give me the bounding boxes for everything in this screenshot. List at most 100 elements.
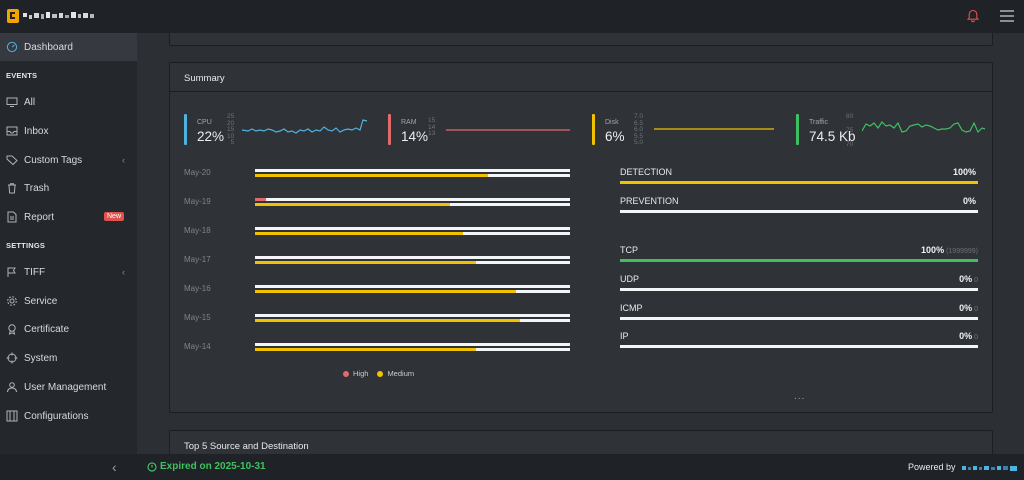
timeline-track-high <box>255 198 570 201</box>
sidebar-item-label: User Management <box>24 381 107 393</box>
sidebar-item-label: Trash <box>24 182 50 194</box>
sidebar-item-service[interactable]: Service <box>0 287 137 315</box>
flag-icon <box>6 266 18 278</box>
disk-axis-ticks: 7.0 6.5 6.0 5.5 5.0 <box>634 113 644 147</box>
ram-metric: RAM 14% 15 14 13 <box>388 114 578 146</box>
metric-label: Disk <box>605 119 619 126</box>
more-button[interactable]: ... <box>794 391 805 402</box>
sidebar-item-label: Configurations <box>24 410 89 422</box>
top5-title: Top 5 Source and Destination <box>184 441 309 452</box>
metric-label: Traffic <box>809 119 829 126</box>
bell-icon[interactable] <box>966 9 980 23</box>
disk-sparkline <box>654 128 774 130</box>
timeline-track-medium <box>255 319 570 322</box>
license-status: Expired on 2025-10-31 <box>147 461 266 472</box>
timeline-row: May-18 <box>184 226 574 238</box>
traffic-metric: Traffic 74.5 Kb 80 75 70 <box>796 113 986 148</box>
sidebar-item-label: Dashboard <box>24 41 73 53</box>
sidebar-item-dashboard[interactable]: Dashboard <box>0 33 137 61</box>
top-bar <box>0 0 1024 33</box>
timeline-date: May-15 <box>184 313 211 322</box>
metric-value: 6% <box>605 129 625 144</box>
sidebar-item-inbox[interactable]: Inbox <box>0 117 137 145</box>
medium-fill <box>255 348 476 351</box>
timeline-track-high <box>255 285 570 288</box>
cpu-sparkline <box>242 119 368 134</box>
tag-icon <box>6 154 18 166</box>
metric-label: RAM <box>401 119 417 126</box>
timeline-track-high <box>255 169 570 172</box>
hamburger-icon[interactable] <box>1000 10 1014 22</box>
sidebar-item-label: TIFF <box>24 266 46 278</box>
medium-fill <box>255 319 520 322</box>
sidebar-item-all[interactable]: All <box>0 88 137 116</box>
timeline-date: May-20 <box>184 168 211 177</box>
chevron-left-icon: ‹ <box>122 267 125 277</box>
chevron-left-icon: ‹ <box>122 155 125 165</box>
timeline-row: May-14 <box>184 342 574 354</box>
high-dot-icon <box>343 370 349 377</box>
ram-sparkline <box>446 129 570 131</box>
vendor-logo <box>962 466 1017 471</box>
sidebar-item-tiff[interactable]: TIFF ‹ <box>0 258 137 286</box>
metric-value: 22% <box>197 129 225 144</box>
timeline-date: May-14 <box>184 342 211 351</box>
sidebar: Dashboard EVENTS All Inbox Custom Tags ‹… <box>0 33 137 454</box>
high-fill <box>255 198 267 201</box>
timeline-legend: High Medium <box>343 369 423 378</box>
sidebar-item-label: Report <box>24 211 55 223</box>
sidebar-item-system[interactable]: System <box>0 344 137 372</box>
disk-color-bar <box>592 114 595 145</box>
section-heading-events: EVENTS <box>6 71 38 80</box>
timeline-row: May-16 <box>184 284 574 296</box>
timeline-track-medium <box>255 348 570 351</box>
dashboard-icon <box>6 41 18 53</box>
certificate-icon <box>6 323 18 335</box>
summary-title: Summary <box>170 63 992 92</box>
ram-color-bar <box>388 114 391 145</box>
legend-item-high[interactable]: High <box>343 369 368 378</box>
crosshair-icon <box>6 352 18 364</box>
collapse-sidebar-icon[interactable]: ‹ <box>112 459 117 475</box>
timeline-track-medium <box>255 290 570 293</box>
metric-value: 14% <box>401 129 429 144</box>
sidebar-item-label: Custom Tags <box>24 154 83 166</box>
report-icon <box>6 211 18 223</box>
timeline-row: May-20 <box>184 168 574 180</box>
timeline-row: May-19 <box>184 197 574 209</box>
sidebar-item-label: Service <box>24 295 58 307</box>
license-icon <box>147 461 157 472</box>
timeline-track-high <box>255 314 570 317</box>
timeline-date: May-19 <box>184 197 211 206</box>
sidebar-item-configurations[interactable]: Configurations <box>0 402 137 430</box>
powered-by-text: Powered by <box>908 462 956 472</box>
sidebar-item-label: Inbox <box>24 125 49 137</box>
gear-icon <box>6 295 18 307</box>
sidebar-item-certificate[interactable]: Certificate <box>0 315 137 343</box>
timeline-date: May-16 <box>184 284 211 293</box>
ram-axis-ticks: 15 14 13 <box>428 117 436 138</box>
medium-fill <box>255 290 517 293</box>
timeline-track-medium <box>255 232 570 235</box>
medium-fill <box>255 232 463 235</box>
bottom-bar: ‹ Expired on 2025-10-31 Powered by <box>0 454 1024 480</box>
sidebar-item-user-management[interactable]: User Management <box>0 373 137 401</box>
timeline-row: May-15 <box>184 313 574 325</box>
sidebar-item-trash[interactable]: Trash <box>0 174 137 202</box>
timeline-track-medium <box>255 174 570 177</box>
medium-fill <box>255 261 476 264</box>
legend-item-medium[interactable]: Medium <box>377 369 414 378</box>
summary-card: Summary CPU 22% 25 20 15 10 5 RAM 14% 15 14 13 <box>169 62 993 413</box>
sidebar-item-custom-tags[interactable]: Custom Tags ‹ <box>0 146 137 174</box>
section-heading-settings: SETTINGS <box>6 241 46 250</box>
timeline-track-medium <box>255 261 570 264</box>
top5-card: Top 5 Source and Destination <box>169 430 993 454</box>
sidebar-item-label: System <box>24 352 58 364</box>
sidebar-item-report[interactable]: Report New <box>0 203 137 231</box>
metric-label: CPU <box>197 119 212 126</box>
brand-logo[interactable] <box>5 8 97 24</box>
traffic-sparkline <box>862 121 986 134</box>
timeline-track-high <box>255 343 570 346</box>
sidebar-item-label: Certificate <box>24 323 70 335</box>
users-icon <box>6 381 18 393</box>
